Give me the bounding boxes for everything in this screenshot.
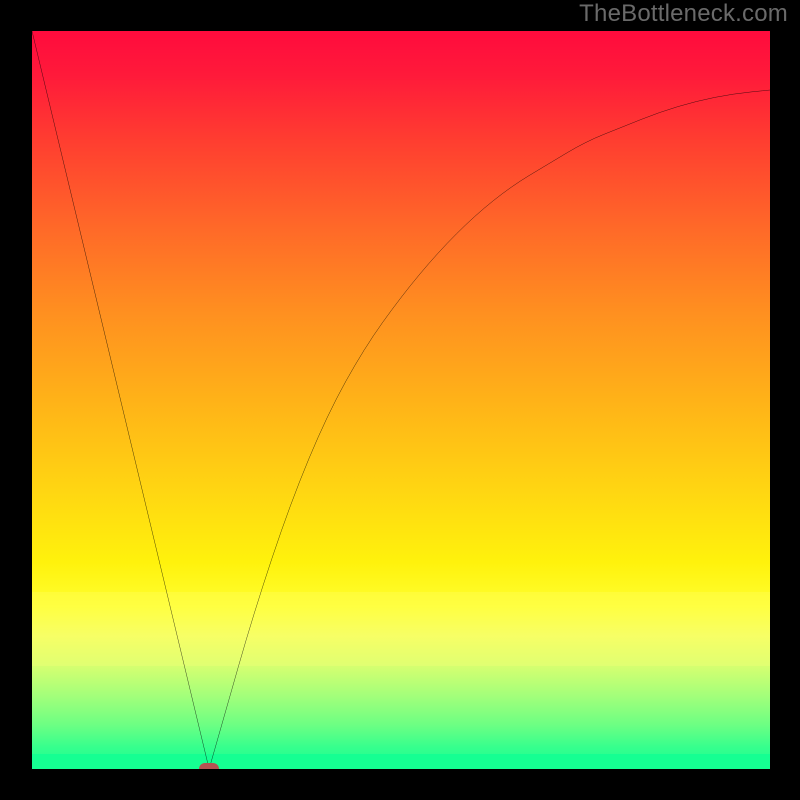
curve-path: [32, 31, 770, 769]
minimum-marker: [199, 763, 219, 769]
plot-area: [32, 31, 770, 769]
watermark-text: TheBottleneck.com: [579, 0, 788, 28]
chart-frame: TheBottleneck.com: [0, 0, 800, 800]
bottleneck-curve: [32, 31, 770, 769]
